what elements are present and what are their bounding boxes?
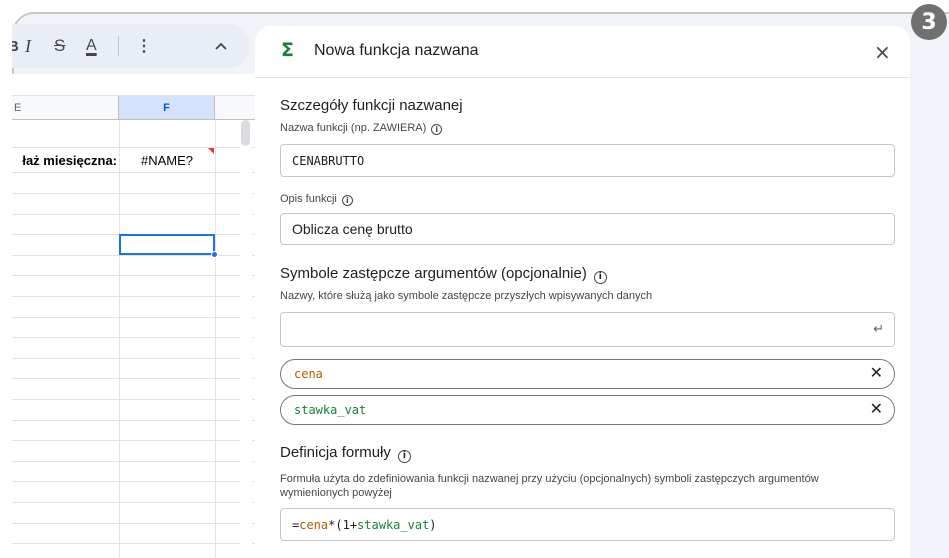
row-divider xyxy=(12,461,257,462)
formula-input[interactable]: = cena *(1+ stawka_vat) xyxy=(280,508,895,541)
args-section-title-text: Symbole zastępcze argumentów (opcjonalni… xyxy=(280,265,587,282)
italic-button[interactable]: I xyxy=(25,24,31,68)
formula-close-paren: ) xyxy=(429,517,437,532)
function-name-label-text: Nazwa funkcji (np. ZAWIERA) xyxy=(280,122,427,134)
function-desc-value: Oblicza cenę brutto xyxy=(292,221,413,237)
args-input[interactable]: ↵ xyxy=(280,312,895,347)
fill-handle[interactable] xyxy=(211,251,218,258)
remove-arg-icon[interactable]: ✕ xyxy=(870,399,883,418)
sigma-icon: Σ xyxy=(281,39,294,61)
row-divider xyxy=(12,399,257,400)
format-toolbar: B I S A ⋮ xyxy=(12,24,250,68)
formula-arg-cena: cena xyxy=(299,517,329,532)
row-divider xyxy=(12,358,257,359)
remove-arg-icon[interactable]: ✕ xyxy=(870,363,883,382)
cell-f-error[interactable]: #NAME? xyxy=(119,148,215,172)
row-divider xyxy=(12,193,257,194)
formula-help-text: Formuła użyta do zdefiniowania funkcji n… xyxy=(280,473,819,499)
spreadsheet-area: B I S A ⋮ E F łaż miesięczna: #NAME? xyxy=(12,12,257,558)
panel-header: Σ Nowa funkcja nazwana × xyxy=(255,26,910,78)
column-divider xyxy=(215,120,216,558)
row-divider xyxy=(12,440,257,441)
info-icon[interactable]: i xyxy=(397,450,411,463)
error-flag-icon xyxy=(208,148,214,154)
arg-chip[interactable]: stawka_vat ✕ xyxy=(280,395,895,425)
function-name-input[interactable]: CENABRUTTO xyxy=(280,144,895,177)
formula-section-title: Definicja formuły i xyxy=(280,444,411,463)
info-icon[interactable]: i xyxy=(341,195,353,206)
args-section-title: Symbole zastępcze argumentów (opcjonalni… xyxy=(280,265,607,284)
row-divider xyxy=(12,337,257,338)
row-divider xyxy=(12,275,257,276)
arg-chip-label: cena xyxy=(294,367,323,381)
row-divider xyxy=(12,420,257,421)
panel-title: Nowa funkcja nazwana xyxy=(314,42,479,59)
enter-icon[interactable]: ↵ xyxy=(873,322,884,337)
step-badge: 3 xyxy=(911,4,947,40)
details-section-title: Szczegóły funkcji nazwanej xyxy=(280,97,463,114)
strikethrough-button[interactable]: S xyxy=(54,24,65,68)
row-divider xyxy=(12,481,257,482)
formula-operator: *(1+ xyxy=(328,517,358,532)
formula-equals: = xyxy=(292,517,300,532)
vertical-scrollbar[interactable] xyxy=(240,120,252,558)
text-color-button[interactable]: A xyxy=(86,24,97,68)
info-icon[interactable]: i xyxy=(593,271,607,284)
row-divider xyxy=(12,214,257,215)
formula-arg-stawka: stawka_vat xyxy=(357,517,430,532)
args-help-text: Nazwy, które służą jako symbole zastępcz… xyxy=(280,290,653,302)
row-divider xyxy=(12,502,257,503)
collapse-toolbar-icon[interactable] xyxy=(215,24,227,68)
formula-section-title-text: Definicja formuły xyxy=(280,444,391,461)
function-desc-label: Opis funkcji i xyxy=(280,193,353,206)
arg-chip-label: stawka_vat xyxy=(294,403,367,417)
row-divider xyxy=(12,523,257,524)
selected-cell[interactable] xyxy=(119,234,215,255)
row-divider xyxy=(12,296,257,297)
formula-value: = cena *(1+ stawka_vat) xyxy=(292,509,437,540)
column-divider xyxy=(119,120,120,558)
row-divider xyxy=(12,255,257,256)
cell-e-label[interactable]: łaż miesięczna: xyxy=(12,148,117,172)
function-name-label: Nazwa funkcji (np. ZAWIERA) i xyxy=(280,122,443,135)
column-header-g[interactable] xyxy=(215,96,257,120)
bold-button[interactable]: B xyxy=(12,24,19,68)
formula-bar[interactable] xyxy=(12,74,257,96)
function-desc-input[interactable]: Oblicza cenę brutto xyxy=(280,213,895,245)
arg-chip[interactable]: cena ✕ xyxy=(280,359,895,389)
row-divider xyxy=(12,378,257,379)
more-options-icon[interactable]: ⋮ xyxy=(136,24,152,68)
info-icon[interactable]: i xyxy=(431,124,443,135)
row-divider xyxy=(12,317,257,318)
scrollbar-thumb[interactable] xyxy=(241,120,250,146)
row-divider xyxy=(12,543,257,544)
toolbar-divider xyxy=(118,36,119,56)
column-header-e[interactable]: E xyxy=(12,96,119,120)
column-header-f[interactable]: F xyxy=(119,96,215,120)
close-icon[interactable]: × xyxy=(874,40,891,64)
function-name-value: CENABRUTTO xyxy=(292,153,365,168)
named-function-panel: Σ Nowa funkcja nazwana × Szczegóły funkc… xyxy=(255,26,910,558)
row-divider xyxy=(12,172,257,173)
function-desc-label-text: Opis funkcji xyxy=(280,193,337,205)
